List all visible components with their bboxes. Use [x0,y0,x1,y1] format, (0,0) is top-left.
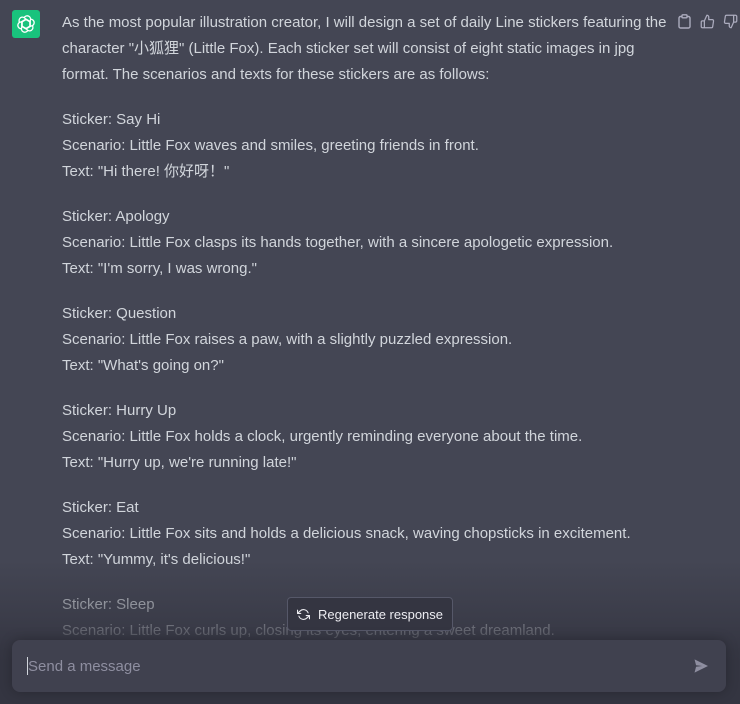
sticker-name: Sticker: Eat [62,499,139,516]
regenerate-response-button[interactable]: Regenerate response [287,597,453,631]
intro-line: As the most popular illustration creator… [62,14,667,31]
message-input[interactable] [28,657,690,675]
clipboard-icon[interactable] [677,13,692,29]
sticker-text: Text: "Hi there! 你好呀！" [62,163,230,180]
sticker-text: Text: "Yummy, it's delicious!" [62,551,251,568]
sticker-scenario: Scenario: Little Fox raises a paw, with … [62,331,513,348]
sticker-name: Sticker: Hurry Up [62,402,177,419]
sticker-block-hurry-up: Sticker: Hurry Up Scenario: Little Fox h… [62,398,668,476]
intro-paragraph: As the most popular illustration creator… [62,10,668,88]
sticker-block-question: Sticker: Question Scenario: Little Fox r… [62,301,668,379]
assistant-message: As the most popular illustration creator… [62,10,668,663]
sticker-block-apology: Sticker: Apology Scenario: Little Fox cl… [62,204,668,282]
intro-line: format. The scenarios and texts for thes… [62,66,490,83]
sticker-scenario: Scenario: Little Fox waves and smiles, g… [62,137,479,154]
send-icon [694,659,708,673]
sticker-scenario: Scenario: Little Fox holds a clock, urge… [62,428,583,445]
refresh-icon [296,608,310,620]
sticker-scenario: Scenario: Little Fox sits and holds a de… [62,525,631,542]
sticker-scenario: Scenario: Little Fox clasps its hands to… [62,234,614,251]
regenerate-label: Regenerate response [317,606,444,622]
sticker-block-say-hi: Sticker: Say Hi Scenario: Little Fox wav… [62,107,668,185]
assistant-avatar [12,10,40,38]
message-actions [677,13,738,29]
openai-logo-icon [17,15,35,33]
sticker-text: Text: "What's going on?" [62,357,224,374]
thumbs-up-icon[interactable] [700,13,715,29]
intro-line: character "小狐狸" (Little Fox). Each stick… [62,40,635,57]
sticker-block-eat: Sticker: Eat Scenario: Little Fox sits a… [62,495,668,573]
sticker-text: Text: "Hurry up, we're running late!" [62,454,297,471]
sticker-name: Sticker: Question [62,305,177,322]
message-composer [12,640,726,692]
sticker-text: Text: "I'm sorry, I was wrong." [62,260,257,277]
sticker-name: Sticker: Say Hi [62,111,161,128]
thumbs-down-icon[interactable] [723,13,738,29]
send-button[interactable] [690,655,712,677]
sticker-name: Sticker: Apology [62,208,170,225]
